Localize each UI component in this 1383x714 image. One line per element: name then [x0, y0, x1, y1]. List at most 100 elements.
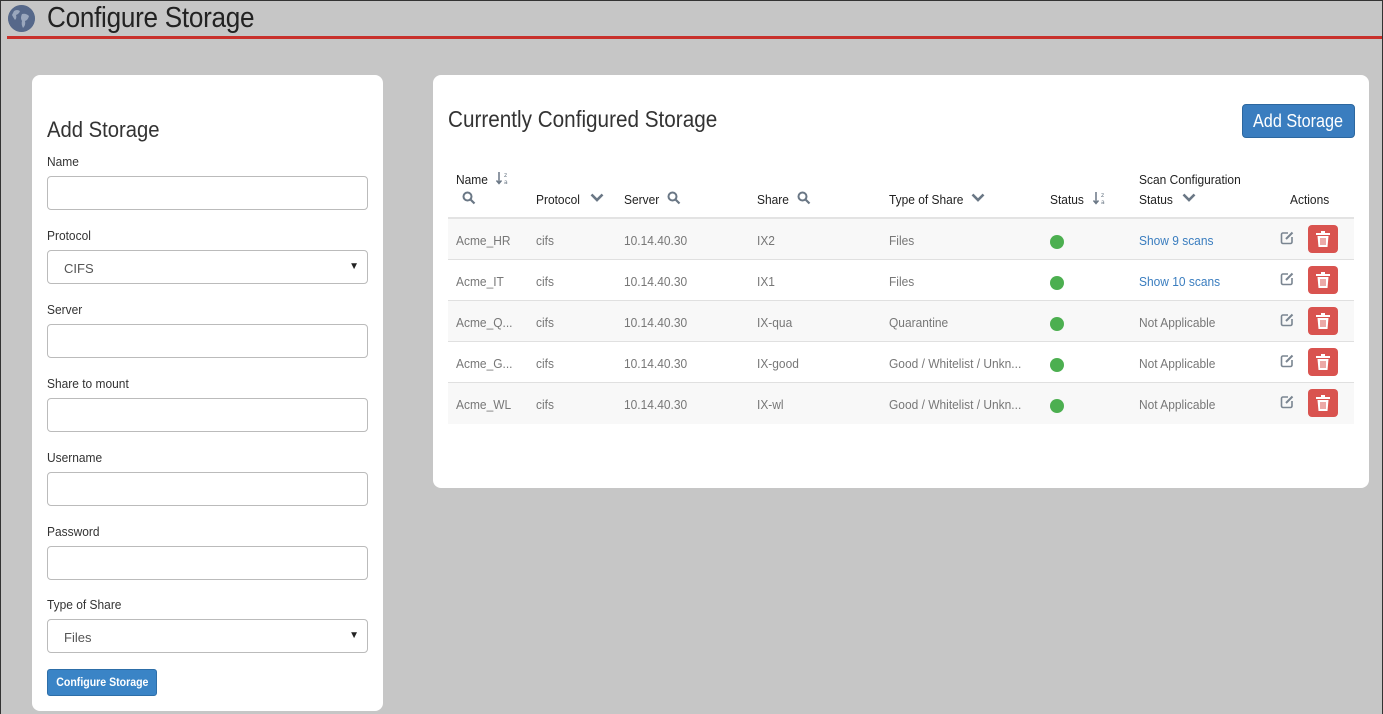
server-label: Server: [47, 302, 83, 317]
scan-status: Not Applicable: [1139, 315, 1222, 330]
delete-button[interactable]: [1308, 389, 1338, 417]
trash-icon: [1316, 354, 1330, 370]
row-name-text: Acme_HR: [456, 233, 511, 248]
table-row[interactable]: Acme_HR cifs 10.14.40.30 IX2 Files Show …: [448, 219, 1354, 260]
row-type: Files: [889, 233, 916, 248]
row-name: Acme_HR: [456, 233, 515, 248]
search-icon[interactable]: [667, 191, 681, 205]
row-type: Good / Whitelist / Unkn...: [889, 356, 1033, 371]
row-type-text: Files: [889, 274, 915, 289]
add-storage-label: Add Storage: [1253, 111, 1344, 131]
row-type: Files: [889, 274, 916, 289]
share-input[interactable]: [47, 398, 368, 432]
row-server: 10.14.40.30: [624, 274, 693, 289]
configured-storage-panel: Currently Configured Storage Add Storage…: [433, 75, 1369, 488]
password-input[interactable]: [47, 546, 368, 580]
table-row[interactable]: Acme_Q... cifs 10.14.40.30 IX-qua Quaran…: [448, 301, 1354, 342]
row-scan-text: Not Applicable: [1139, 397, 1216, 412]
table-row[interactable]: Acme_IT cifs 10.14.40.30 IX1 Files Show …: [448, 260, 1354, 301]
row-name-text: Acme_WL: [456, 397, 512, 412]
column-share-label: Share: [757, 192, 789, 207]
delete-button[interactable]: [1308, 225, 1338, 253]
configured-storage-title: Currently Configured Storage: [448, 106, 718, 132]
row-scan-text: Show 9 scans: [1139, 233, 1214, 248]
name-input[interactable]: [47, 176, 368, 210]
add-storage-button[interactable]: Add Storage: [1242, 104, 1355, 138]
trash-icon: [1316, 272, 1330, 288]
row-type: Quarantine: [889, 315, 953, 330]
page-header: Configure Storage: [0, 0, 1383, 40]
edit-icon[interactable]: [1280, 313, 1294, 327]
column-header-type[interactable]: Type of Share: [889, 192, 970, 207]
table-row[interactable]: Acme_WL cifs 10.14.40.30 IX-wl Good / Wh…: [448, 383, 1354, 424]
share-label: Share to mount: [47, 376, 129, 391]
edit-icon[interactable]: [1280, 354, 1294, 368]
row-server-text: 10.14.40.30: [624, 274, 688, 289]
add-storage-title: Add Storage: [47, 117, 160, 142]
row-name-text: Acme_G...: [456, 356, 513, 371]
username-input[interactable]: [47, 472, 368, 506]
chevron-down-icon[interactable]: [1182, 192, 1196, 204]
status-ok-indicator: [1050, 399, 1064, 413]
row-protocol-text: cifs: [536, 397, 554, 412]
status-ok-indicator: [1050, 235, 1064, 249]
server-input[interactable]: [47, 324, 368, 358]
svg-text:z: z: [504, 172, 507, 179]
svg-text:a: a: [504, 179, 508, 185]
delete-button[interactable]: [1308, 348, 1338, 376]
configure-storage-label: Configure Storage: [55, 675, 149, 689]
chevron-down-icon: ▼: [349, 630, 359, 641]
sort-alpha-icon[interactable]: z a: [496, 171, 510, 185]
row-server-text: 10.14.40.30: [624, 397, 688, 412]
row-protocol-text: cifs: [536, 274, 554, 289]
row-type-text: Quarantine: [889, 315, 949, 330]
row-share: IX2: [757, 233, 777, 248]
column-header-name[interactable]: Name: [456, 172, 491, 187]
row-server-text: 10.14.40.30: [624, 233, 688, 248]
protocol-select[interactable]: CIFS ▼: [47, 250, 368, 284]
configure-storage-button[interactable]: Configure Storage: [47, 669, 157, 696]
row-server-text: 10.14.40.30: [624, 315, 688, 330]
delete-button[interactable]: [1308, 307, 1338, 335]
edit-icon[interactable]: [1280, 231, 1294, 245]
row-share: IX-qua: [757, 315, 795, 330]
column-header-status[interactable]: Status: [1050, 192, 1087, 207]
row-server-text: 10.14.40.30: [624, 356, 688, 371]
scan-status: Not Applicable: [1139, 356, 1222, 371]
trash-icon: [1316, 231, 1330, 247]
search-icon[interactable]: [462, 191, 476, 205]
row-protocol: cifs: [536, 356, 556, 371]
edit-icon[interactable]: [1280, 395, 1294, 409]
search-icon[interactable]: [797, 191, 811, 205]
show-scans-link[interactable]: Show 10 scans: [1139, 274, 1227, 289]
globe-icon: [8, 5, 35, 32]
row-name-text: Acme_Q...: [456, 315, 513, 330]
table-row[interactable]: Acme_G... cifs 10.14.40.30 IX-good Good …: [448, 342, 1354, 383]
header-divider: [7, 36, 1383, 39]
column-header-scan-status[interactable]: Scan Configuration: [1139, 172, 1250, 187]
status-ok-indicator: [1050, 317, 1064, 331]
row-scan-text: Show 10 scans: [1139, 274, 1221, 289]
row-share-text: IX-good: [757, 356, 799, 371]
column-type-label: Type of Share: [889, 192, 964, 207]
chevron-down-icon[interactable]: [971, 192, 985, 204]
sort-alpha-icon[interactable]: z a: [1093, 191, 1107, 205]
chevron-down-icon[interactable]: [590, 192, 604, 204]
row-share-text: IX-qua: [757, 315, 793, 330]
row-protocol-text: cifs: [536, 356, 554, 371]
type-of-share-select[interactable]: Files ▼: [47, 619, 368, 653]
column-header-protocol[interactable]: Protocol: [536, 192, 584, 207]
delete-button[interactable]: [1308, 266, 1338, 294]
column-name-label: Name: [456, 172, 488, 187]
row-protocol: cifs: [536, 233, 556, 248]
show-scans-link[interactable]: Show 9 scans: [1139, 233, 1220, 248]
row-protocol-text: cifs: [536, 315, 554, 330]
column-header-share[interactable]: Share: [757, 192, 792, 207]
column-header-server[interactable]: Server: [624, 192, 662, 207]
trash-icon: [1316, 395, 1330, 411]
edit-icon[interactable]: [1280, 272, 1294, 286]
row-server: 10.14.40.30: [624, 356, 693, 371]
row-scan-text: Not Applicable: [1139, 356, 1216, 371]
chevron-down-icon: ▼: [349, 261, 359, 272]
column-protocol-label: Protocol: [536, 192, 580, 207]
